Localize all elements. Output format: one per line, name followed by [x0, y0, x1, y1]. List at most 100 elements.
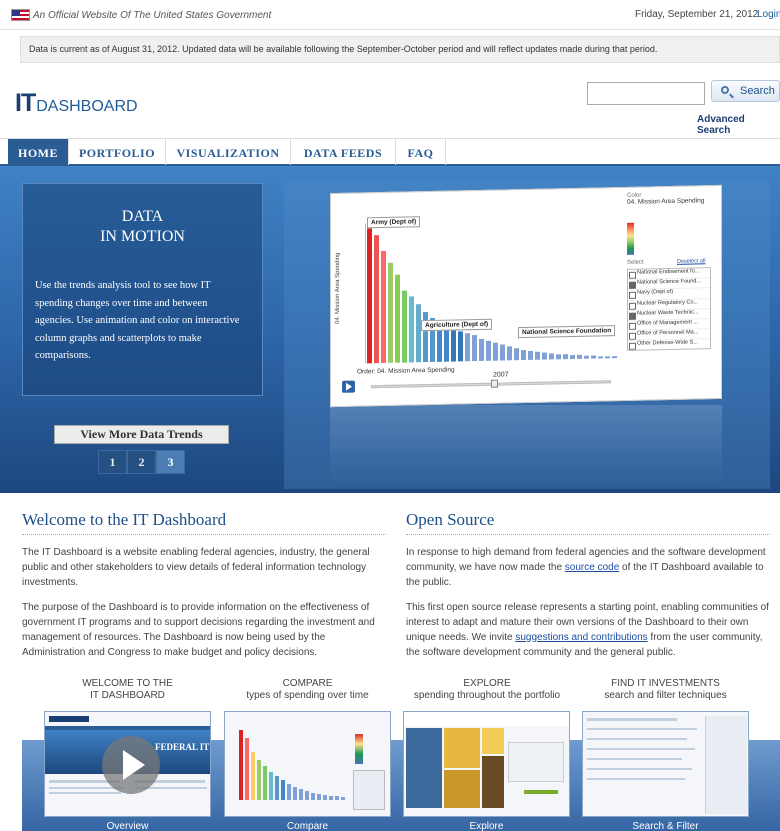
login-link[interactable]: Login — [757, 9, 780, 20]
play-icon[interactable] — [342, 380, 355, 393]
thumb-chart-bar — [293, 787, 297, 800]
chart-bar — [395, 274, 400, 363]
chart-bar — [472, 335, 477, 362]
thumb-caption-explore: EXPLORE spending throughout the portfolio — [394, 678, 580, 702]
hero-title-line1: DATA — [121, 208, 164, 225]
chart-bar — [528, 350, 533, 360]
thumb-chart-bar — [341, 797, 345, 800]
thumb-compare[interactable] — [224, 711, 391, 817]
thumb-label-compare[interactable]: Compare — [224, 821, 391, 831]
color-legend — [627, 222, 634, 255]
year-slider-handle[interactable] — [491, 379, 498, 388]
chart-bar — [493, 342, 498, 361]
chart-bar — [486, 340, 491, 361]
chart-bar — [605, 356, 610, 359]
thumb-chart-bar — [329, 796, 333, 800]
nav-faq[interactable]: FAQ — [396, 139, 446, 165]
search-button[interactable]: Search — [711, 80, 780, 102]
chart-ylabel: 04. Mission Area Spending — [335, 252, 341, 325]
callout-nsf: National Science Foundation — [518, 325, 616, 339]
chart-bar — [416, 304, 421, 363]
thumb-caption-line1: FIND IT INVESTMENTS — [611, 678, 720, 689]
treemap-block — [444, 728, 480, 768]
treemap-block — [406, 728, 442, 808]
chart-bar — [577, 354, 582, 359]
chart-bar — [598, 356, 603, 359]
thumb-chart-bar — [275, 776, 279, 800]
deselect-all-link[interactable]: Deselect all — [677, 258, 705, 265]
thumb-chart-bar — [245, 738, 249, 800]
thumb-label-search[interactable]: Search & Filter — [582, 821, 749, 831]
thumb-federal-it: FEDERAL IT — [155, 742, 210, 752]
thumb-text-line — [49, 792, 121, 794]
thumb-label-overview[interactable]: Overview — [44, 821, 211, 831]
agency-list-item[interactable]: Other Defense-Wide S... — [628, 339, 710, 351]
nav-home[interactable]: HOME — [8, 139, 69, 165]
chart-year: 2007 — [493, 371, 509, 379]
search-input[interactable] — [587, 82, 705, 105]
advanced-search-link[interactable]: Advanced Search — [697, 114, 780, 136]
thumb-caption-line2: IT DASHBOARD — [90, 690, 165, 701]
chart-bar — [549, 353, 554, 360]
hero-description: Use the trends analysis tool to see how … — [35, 280, 240, 361]
thumb-chart-bar — [263, 766, 267, 800]
chart-bar — [514, 348, 519, 361]
suggestions-link[interactable]: suggestions and contributions — [515, 632, 647, 643]
agency-select-list[interactable]: National Endowment fo... National Science… — [627, 267, 711, 351]
opensource-paragraph-1: In response to high demand from federal … — [406, 545, 776, 590]
screenshot-reflection — [330, 405, 722, 485]
thumb-logo — [49, 716, 89, 722]
chart-bar — [409, 296, 414, 363]
thumb-text-line — [587, 748, 695, 750]
us-flag-icon — [11, 9, 30, 21]
color-value[interactable]: 04. Mission Area Spending — [627, 197, 707, 206]
nav-data-feeds[interactable]: DATA FEEDS — [291, 139, 396, 165]
thumb-text-line — [587, 758, 682, 760]
thumb-search-filter[interactable] — [582, 711, 749, 817]
thumb-chart-bar — [305, 791, 309, 800]
chart-bar — [374, 235, 379, 364]
thumb-explore-header — [404, 712, 569, 726]
nav-visualization[interactable]: VISUALIZATION — [166, 139, 291, 165]
callout-agriculture: Agriculture (Dept of) — [421, 318, 493, 332]
chart-bar — [535, 351, 540, 360]
chart-bar — [479, 338, 484, 361]
treemap-block — [482, 756, 504, 808]
nav-portfolio[interactable]: PORTFOLIO — [69, 139, 166, 165]
thumb-select-list — [353, 770, 385, 810]
treemap-block — [444, 770, 480, 808]
thumb-caption-search: FIND IT INVESTMENTS search and filter tec… — [582, 678, 749, 702]
hero-title-line2: IN MOTION — [100, 228, 185, 245]
chart-bar — [612, 356, 617, 359]
chart-bar — [367, 228, 372, 364]
thumb-caption-line2: search and filter techniques — [604, 690, 727, 701]
thumb-explore[interactable] — [403, 711, 570, 817]
slide-page-1[interactable]: 1 — [98, 450, 127, 474]
main-nav: HOME PORTFOLIO VISUALIZATION DATA FEEDS … — [0, 138, 780, 166]
welcome-title: Welcome to the IT Dashboard — [22, 510, 227, 529]
chart-order-label: Order: 04. Mission Area Spending — [357, 366, 455, 376]
slide-page-3[interactable]: 3 — [156, 450, 185, 474]
thumb-explore-filters — [508, 742, 564, 782]
hero-title: DATA IN MOTION — [22, 207, 263, 247]
slide-page-2[interactable]: 2 — [127, 450, 156, 474]
thumb-chart-bar — [335, 796, 339, 800]
thumb-slider — [524, 790, 558, 794]
trends-chart-screenshot[interactable]: 04. Mission Area Spending Army (Dept of)… — [330, 184, 722, 408]
chart-bar — [521, 350, 526, 361]
source-code-link[interactable]: source code — [565, 562, 619, 573]
thumb-filter-panel — [705, 716, 747, 814]
thumb-chart-bar — [299, 789, 303, 800]
logo-it: IT — [15, 89, 36, 117]
chart-bar — [563, 354, 568, 360]
top-bar: An Official Website Of The United States… — [0, 0, 780, 30]
thumb-caption-line1: COMPARE — [282, 678, 333, 689]
video-play-icon[interactable] — [102, 736, 160, 794]
thumb-label-explore[interactable]: Explore — [403, 821, 570, 831]
chart-bar — [451, 327, 456, 362]
thumb-overview[interactable]: FEDERAL IT — [44, 711, 211, 817]
site-logo[interactable]: ITDASHBOARD — [15, 89, 138, 118]
view-more-trends-button[interactable]: View More Data Trends — [54, 425, 229, 444]
chart-bar — [402, 290, 407, 363]
chart-bar — [591, 355, 596, 359]
